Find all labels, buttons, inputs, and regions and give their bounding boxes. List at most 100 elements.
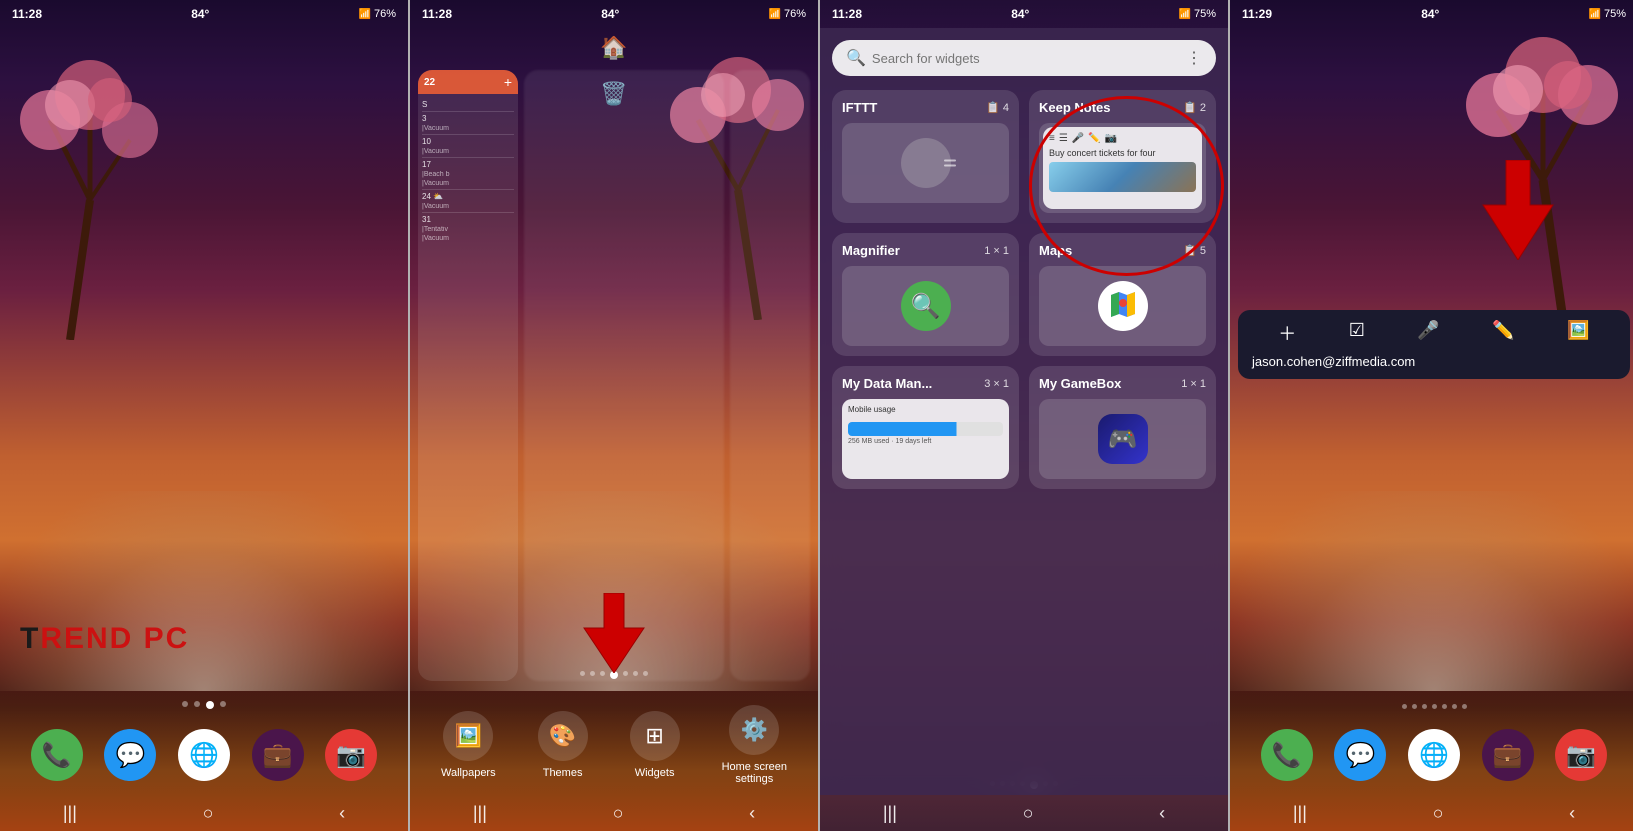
blurred-panels: 22 + S 3|Vacuum 10|Vacuum 17|Beach b|Vac… bbox=[418, 70, 810, 681]
dock-slack-1[interactable]: 💼 bbox=[252, 729, 304, 781]
data-manager-preview: Mobile usage 256 MB used · 19 days left bbox=[842, 399, 1009, 479]
signal-icon-3: 📶 bbox=[1179, 9, 1191, 20]
nav-back-icon-1[interactable]: ‹ bbox=[339, 803, 345, 824]
panel2-top-bar: 🏠 🗑️ bbox=[600, 35, 627, 107]
home-icon-panel2[interactable]: 🏠 bbox=[600, 35, 627, 61]
dock-slack-4[interactable]: 💼 bbox=[1482, 729, 1534, 781]
search-icon-widget: 🔍 bbox=[846, 48, 866, 68]
dock-phone-4[interactable]: 📞 bbox=[1261, 729, 1313, 781]
wallpapers-icon: 🖼️ bbox=[443, 711, 493, 761]
nav-home-icon-1[interactable]: ○ bbox=[203, 803, 214, 824]
dock-camera-4[interactable]: 📷 bbox=[1555, 729, 1607, 781]
temp-2: 84° bbox=[601, 7, 619, 21]
battery-1: 76% bbox=[374, 8, 396, 20]
widget-grid: IFTTT 📋 4 Keep Notes 📋 2 bbox=[832, 90, 1216, 489]
menu-widgets[interactable]: ⊞ Widgets bbox=[630, 711, 680, 779]
nav-bar-1: ||| ○ ‹ bbox=[0, 795, 408, 831]
magnifier-icon: 🔍 bbox=[901, 281, 951, 331]
widget-card-gamebox[interactable]: My GameBox 1 × 1 🎮 bbox=[1029, 366, 1216, 489]
keep-notes-card: ≡☰🎤✏️📷 Buy concert tickets for four bbox=[1043, 127, 1202, 209]
note-pen-icon[interactable]: ✏️ bbox=[1492, 320, 1514, 346]
dock-chrome-1[interactable]: 🌐 bbox=[178, 729, 230, 781]
settings-icon: ⚙️ bbox=[729, 705, 779, 755]
nav-home-3[interactable]: ○ bbox=[1023, 803, 1034, 824]
widget-card-magnifier[interactable]: Magnifier 1 × 1 🔍 bbox=[832, 233, 1019, 356]
dot-4-3 bbox=[1422, 704, 1427, 709]
widget-search-input[interactable] bbox=[872, 51, 1186, 66]
nav-home-4[interactable]: ○ bbox=[1433, 803, 1444, 824]
tree-left-panel1 bbox=[0, 20, 210, 340]
note-input-bar[interactable]: ＋ ☑ 🎤 ✏️ 🖼️ jason.cohen@ziffmedia.com bbox=[1238, 310, 1630, 379]
nav-menu-4[interactable]: ||| bbox=[1293, 803, 1307, 824]
dock-1: 📞 💬 🌐 💼 📷 bbox=[0, 715, 408, 795]
maps-icon bbox=[1098, 281, 1148, 331]
dock-messages-1[interactable]: 💬 bbox=[104, 729, 156, 781]
note-add-icon[interactable]: ＋ bbox=[1278, 320, 1296, 346]
menu-themes[interactable]: 🎨 Themes bbox=[538, 711, 588, 779]
dock-messages-4[interactable]: 💬 bbox=[1334, 729, 1386, 781]
more-options-icon[interactable]: ⋮ bbox=[1186, 48, 1202, 68]
red-arrow-2 bbox=[579, 593, 649, 683]
dot-4-7 bbox=[1462, 704, 1467, 709]
data-mgr-card: Mobile usage 256 MB used · 19 days left bbox=[842, 399, 1009, 479]
nav-menu-2[interactable]: ||| bbox=[473, 803, 487, 824]
menu-homescreen-settings[interactable]: ⚙️ Home screensettings bbox=[722, 705, 787, 785]
keep-notes-name: Keep Notes bbox=[1039, 100, 1111, 115]
dot-2 bbox=[194, 701, 200, 707]
widget-card-ifttt[interactable]: IFTTT 📋 4 bbox=[832, 90, 1019, 223]
ifttt-name: IFTTT bbox=[842, 100, 877, 115]
blurred-panel-mid bbox=[524, 70, 724, 681]
panel-2: 11:28 84° 📶 76% 🏠 🗑️ 22 + S 3|Vacuum 10|… bbox=[410, 0, 818, 831]
gamebox-preview: 🎮 bbox=[1039, 399, 1206, 479]
status-bar-4: 11:29 84° 📶 75% bbox=[1230, 0, 1633, 28]
dock-camera-1[interactable]: 📷 bbox=[325, 729, 377, 781]
note-image-icon[interactable]: 🖼️ bbox=[1567, 320, 1589, 346]
temp-4: 84° bbox=[1421, 7, 1439, 21]
nav-back-2[interactable]: ‹ bbox=[749, 803, 755, 824]
nav-menu-icon-1[interactable]: ||| bbox=[63, 803, 77, 824]
keep-notes-preview: ≡☰🎤✏️📷 Buy concert tickets for four bbox=[1039, 123, 1206, 213]
maps-name: Maps bbox=[1039, 243, 1072, 258]
nav-back-3[interactable]: ‹ bbox=[1159, 803, 1165, 824]
temp-1: 84° bbox=[191, 7, 209, 21]
clouds bbox=[0, 491, 408, 691]
themes-label: Themes bbox=[543, 767, 583, 779]
data-manager-name: My Data Man... bbox=[842, 376, 932, 391]
dock-phone-1[interactable]: 📞 bbox=[31, 729, 83, 781]
keep-notes-image bbox=[1049, 162, 1196, 192]
widget-search-bar[interactable]: 🔍 ⋮ bbox=[832, 40, 1216, 76]
data-manager-size: 3 × 1 bbox=[984, 376, 1009, 391]
menu-wallpapers[interactable]: 🖼️ Wallpapers bbox=[441, 711, 496, 779]
gamebox-icon: 🎮 bbox=[1098, 414, 1148, 464]
note-mic-icon[interactable]: 🎤 bbox=[1417, 320, 1439, 346]
note-check-icon[interactable]: ☑ bbox=[1349, 320, 1365, 346]
widget-card-keep-notes[interactable]: Keep Notes 📋 2 ≡☰🎤✏️📷 Buy concert ticket… bbox=[1029, 90, 1216, 223]
wallpapers-label: Wallpapers bbox=[441, 767, 496, 779]
status-bar-1: 11:28 84° 📶 76% bbox=[0, 0, 408, 28]
trash-icon-panel2[interactable]: 🗑️ bbox=[600, 81, 627, 107]
widget-card-maps[interactable]: Maps 📋 5 bbox=[1029, 233, 1216, 356]
gamebox-size: 1 × 1 bbox=[1181, 376, 1206, 391]
status-icons-2: 📶 76% bbox=[769, 8, 806, 20]
data-bar bbox=[848, 422, 1003, 436]
status-icons-3: 📶 75% bbox=[1179, 8, 1216, 20]
time-3: 11:28 bbox=[832, 7, 862, 21]
dot-4 bbox=[220, 701, 226, 707]
red-arrow-4 bbox=[1478, 160, 1558, 265]
nav-menu-3[interactable]: ||| bbox=[883, 803, 897, 824]
signal-icon-1: 📶 bbox=[359, 9, 371, 20]
brand-text: TREND PC bbox=[20, 622, 189, 656]
dot-4-2 bbox=[1412, 704, 1417, 709]
widget-card-data-manager[interactable]: My Data Man... 3 × 1 Mobile usage 256 MB… bbox=[832, 366, 1019, 489]
time-2: 11:28 bbox=[422, 7, 452, 21]
dock-chrome-4[interactable]: 🌐 bbox=[1408, 729, 1460, 781]
homescreen-settings-label: Home screensettings bbox=[722, 761, 787, 785]
magnifier-preview: 🔍 bbox=[842, 266, 1009, 346]
battery-3: 75% bbox=[1194, 8, 1216, 20]
dock-4: 📞 💬 🌐 💼 📷 bbox=[1230, 715, 1633, 795]
nav-back-4[interactable]: ‹ bbox=[1569, 803, 1575, 824]
nav-home-2[interactable]: ○ bbox=[613, 803, 624, 824]
page-dots-1 bbox=[0, 701, 408, 709]
nav-bar-2: ||| ○ ‹ bbox=[410, 795, 818, 831]
ifttt-preview bbox=[842, 123, 1009, 203]
